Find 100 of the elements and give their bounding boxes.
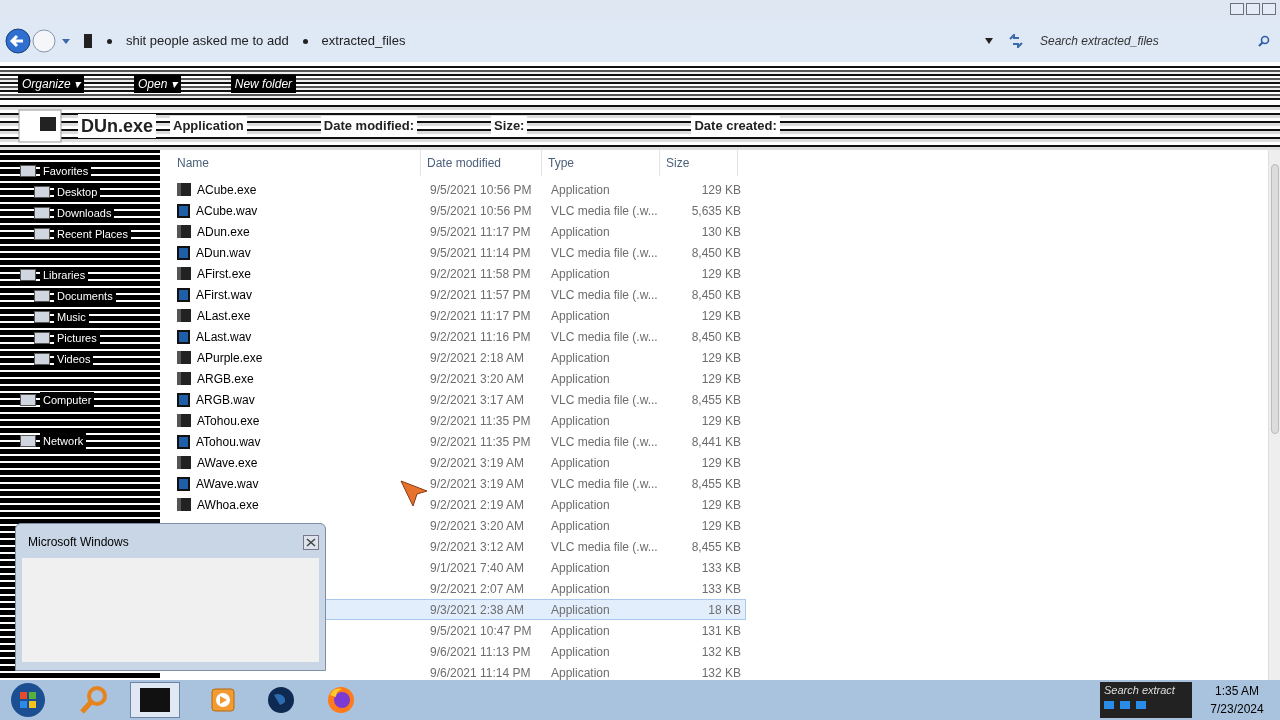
back-button[interactable] (5, 28, 31, 54)
start-button[interactable] (8, 681, 48, 719)
tray-preview[interactable]: Search extract (1100, 682, 1192, 718)
date-cell: 9/1/2021 7:40 AM (430, 560, 525, 575)
size-cell: 8,450 KB (691, 287, 741, 302)
type-cell: VLC media file (.w... (551, 329, 658, 344)
file-name[interactable]: ATohou.exe (197, 411, 260, 430)
file-row[interactable]: ATohou.exe 9/2/2021 11:35 PM Application 129 KB (168, 410, 746, 431)
file-row[interactable]: ACube.wav 9/5/2021 10:56 PM VLC media file (.w... 5,635 KB (168, 200, 746, 221)
size-cell: 132 KB (701, 665, 741, 680)
sidebar-item[interactable]: Computer (40, 391, 95, 408)
file-name[interactable]: ACube.exe (197, 180, 257, 199)
type-cell: Application (551, 224, 610, 239)
date-cell: 9/5/2021 11:17 PM (430, 224, 531, 239)
size-cell: 18 KB (708, 602, 741, 617)
size-cell: 133 KB (701, 560, 741, 575)
file-name[interactable]: ALast.wav (196, 327, 252, 346)
file-row[interactable]: ARGB.wav 9/2/2021 3:17 AM VLC media file (.w... 8,455 KB (168, 389, 746, 410)
maximize-button[interactable] (1246, 3, 1260, 15)
toolbar-button[interactable]: Organize ▾ (18, 75, 85, 93)
folder-icon (34, 289, 50, 302)
file-row[interactable]: ALast.exe 9/2/2021 11:17 PM Application 129 KB (168, 305, 746, 326)
size-cell: 129 KB (701, 518, 741, 533)
file-row[interactable]: AWave.exe 9/2/2021 3:19 AM Application 129 KB (168, 452, 746, 473)
close-button[interactable] (1262, 3, 1276, 15)
type-cell: Application (551, 455, 610, 470)
close-button[interactable] (303, 534, 319, 550)
application-icon (177, 351, 191, 364)
size-cell: 130 KB (701, 224, 741, 239)
search-field[interactable]: Search extracted_files (1040, 32, 1270, 50)
file-row[interactable]: ADun.wav 9/5/2021 11:14 PM VLC media file (.w... 8,450 KB (168, 242, 746, 263)
file-name[interactable]: ALast.exe (197, 306, 251, 325)
search-icon (1258, 35, 1270, 47)
taskbar-window-icon[interactable] (130, 682, 180, 718)
date-cell: 9/2/2021 3:19 AM (430, 455, 525, 470)
dropdown-icon[interactable] (984, 37, 994, 45)
size-cell: 129 KB (701, 413, 741, 428)
file-name[interactable]: ADun.exe (197, 222, 250, 241)
file-name[interactable]: AWave.wav (196, 474, 259, 493)
toolbar-button[interactable]: New folder (230, 75, 297, 93)
file-row[interactable]: ADun.exe 9/5/2021 11:17 PM Application 130 KB (168, 221, 746, 242)
size-cell: 131 KB (701, 623, 741, 638)
application-icon (177, 414, 191, 427)
column-header[interactable]: Date modified (421, 150, 542, 176)
file-name[interactable]: ARGB.wav (196, 390, 255, 409)
file-row[interactable]: AFirst.wav 9/2/2021 11:57 PM VLC media file (.w... 8,450 KB (168, 284, 746, 305)
type-cell: VLC media file (.w... (551, 287, 658, 302)
folder-icon (20, 393, 36, 406)
type-cell: VLC media file (.w... (551, 203, 658, 218)
media-player-icon[interactable] (210, 687, 236, 713)
file-name[interactable]: ATohou.wav (196, 432, 261, 451)
file-row[interactable]: AWave.wav 9/2/2021 3:19 AM VLC media file (.w... 8,455 KB (168, 473, 746, 494)
separator-icon (302, 38, 308, 44)
file-name[interactable]: AFirst.exe (197, 264, 251, 283)
file-row[interactable]: ATohou.wav 9/2/2021 11:35 PM VLC media file (.w... 8,441 KB (168, 431, 746, 452)
file-name[interactable]: AWhoa.exe (197, 495, 259, 514)
scrollbar[interactable] (1268, 150, 1280, 680)
size-cell: 133 KB (701, 581, 741, 596)
date-cell: 9/2/2021 11:35 PM (430, 413, 531, 428)
globe-icon[interactable] (266, 685, 296, 715)
type-cell: Application (551, 560, 610, 575)
date-cell: 9/2/2021 3:19 AM (430, 476, 525, 491)
column-header[interactable]: Type (542, 150, 660, 176)
type-cell: Application (551, 413, 610, 428)
folder-icon (20, 268, 36, 281)
refresh-icon[interactable] (1008, 34, 1024, 48)
firefox-icon[interactable] (326, 685, 356, 715)
size-cell: 8,455 KB (691, 539, 741, 554)
file-name[interactable]: ADun.wav (196, 243, 251, 262)
history-dropdown-icon[interactable] (61, 37, 71, 45)
file-row[interactable]: AFirst.exe 9/2/2021 11:58 PM Application 129 KB (168, 263, 746, 284)
type-cell: VLC media file (.w... (551, 392, 658, 407)
size-cell: 8,455 KB (691, 476, 741, 491)
file-row[interactable]: APurple.exe 9/2/2021 2:18 AM Application 129 KB (168, 347, 746, 368)
type-cell: Application (551, 308, 610, 323)
file-name[interactable]: ARGB.exe (197, 369, 254, 388)
sidebar-item[interactable]: Network (40, 432, 87, 449)
toolbar-button[interactable]: Open ▾ (134, 75, 181, 93)
detail-label: Date modified: (320, 116, 418, 136)
breadcrumb[interactable]: extracted_files (321, 31, 406, 51)
file-row[interactable]: ACube.exe 9/5/2021 10:56 PM Application 129 KB (168, 179, 746, 200)
mouse-cursor (400, 480, 428, 508)
type-cell: Application (551, 350, 610, 365)
file-name[interactable]: AWave.exe (197, 453, 258, 472)
column-header[interactable]: Name (160, 150, 421, 176)
breadcrumb[interactable]: shit people asked me to add (126, 31, 289, 51)
media-file-icon (177, 287, 190, 302)
type-cell: Application (551, 623, 610, 638)
file-name[interactable]: ACube.wav (196, 201, 258, 220)
file-row[interactable]: AWhoa.exe 9/2/2021 2:19 AM Application 129 KB (168, 494, 746, 515)
column-header[interactable]: Size (660, 150, 738, 176)
file-name[interactable]: AFirst.wav (196, 285, 252, 304)
application-icon (177, 372, 191, 385)
file-row[interactable]: ARGB.exe 9/2/2021 3:20 AM Application 129 KB (168, 368, 746, 389)
minimize-button[interactable] (1230, 3, 1244, 15)
size-cell: 8,450 KB (691, 329, 741, 344)
type-cell: Application (551, 182, 610, 197)
file-name[interactable]: APurple.exe (197, 348, 263, 367)
date-cell: 9/6/2021 11:13 PM (430, 644, 531, 659)
file-row[interactable]: ALast.wav 9/2/2021 11:16 PM VLC media file (.w... 8,450 KB (168, 326, 746, 347)
